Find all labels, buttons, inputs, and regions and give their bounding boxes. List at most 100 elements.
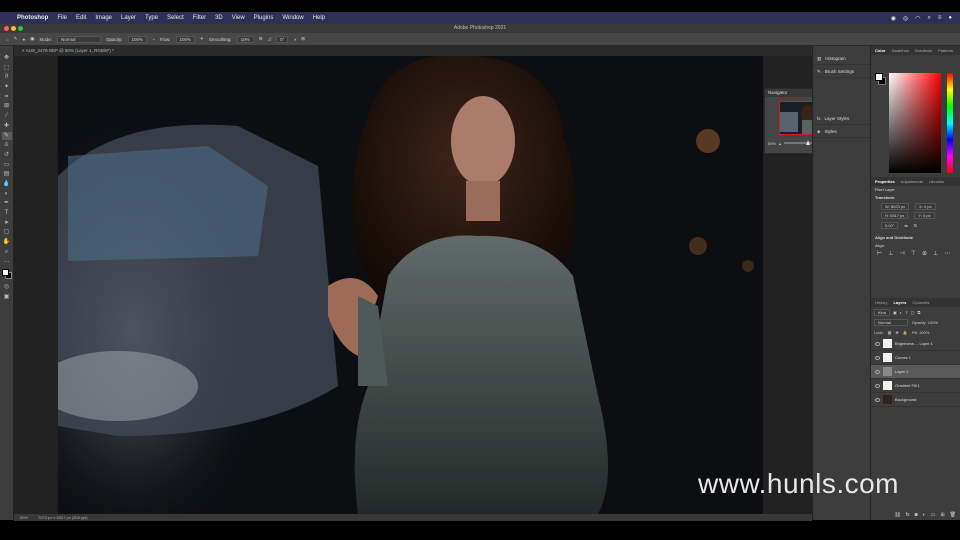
brush-tool-icon[interactable]: ✎ bbox=[1, 131, 12, 140]
filter-adjustment-icon[interactable]: ◐ bbox=[900, 310, 902, 315]
color-picker-field[interactable] bbox=[889, 73, 941, 173]
y-field[interactable]: Y: 0 px bbox=[914, 211, 935, 219]
menu-file[interactable]: File bbox=[57, 15, 67, 21]
align-bottom-icon[interactable]: ⊥ bbox=[933, 250, 938, 257]
home-icon[interactable]: ⌂ bbox=[6, 37, 9, 42]
align-center-icon[interactable]: ⊥ bbox=[888, 250, 893, 257]
eraser-tool-icon[interactable]: ▭ bbox=[2, 161, 12, 169]
filter-type-icon[interactable]: T bbox=[905, 310, 907, 315]
new-group-icon[interactable]: ▭ bbox=[931, 512, 936, 518]
menu-layer[interactable]: Layer bbox=[121, 15, 136, 21]
move-tool-icon[interactable]: ✥ bbox=[2, 54, 12, 62]
layer-row-gradient-fill[interactable]: Gradient Fill 1 bbox=[871, 379, 960, 393]
filter-pixel-icon[interactable]: ▣ bbox=[893, 310, 897, 315]
visibility-eye-icon[interactable] bbox=[875, 341, 880, 346]
x-field[interactable]: X: 0 px bbox=[915, 202, 936, 210]
styles-panel-button[interactable]: ◈ Styles bbox=[813, 125, 870, 138]
lasso-tool-icon[interactable]: ϑ bbox=[2, 73, 12, 81]
width-field[interactable]: W: 8023 px bbox=[881, 202, 910, 210]
airbrush-icon[interactable]: ✈ bbox=[200, 36, 204, 42]
align-section-title[interactable]: Align and Distribute bbox=[871, 234, 960, 242]
menu-help[interactable]: Help bbox=[313, 15, 325, 21]
status-zoom[interactable]: 50% bbox=[20, 514, 28, 521]
smoothing-settings-icon[interactable]: ⚙ bbox=[259, 36, 263, 42]
eyedropper-tool-icon[interactable]: ⁄ bbox=[2, 112, 12, 120]
quick-mask-icon[interactable]: ◎ bbox=[2, 283, 12, 291]
tab-color[interactable]: Color bbox=[875, 46, 885, 55]
filter-smart-icon[interactable]: ⧉ bbox=[917, 310, 920, 315]
document-canvas-photo[interactable] bbox=[58, 56, 763, 514]
mode-select[interactable]: Normal bbox=[57, 35, 101, 43]
path-select-tool-icon[interactable]: ➤ bbox=[2, 219, 12, 227]
lock-position-icon[interactable]: ✥ bbox=[895, 330, 898, 335]
tab-history[interactable]: History bbox=[875, 298, 887, 307]
zoom-slider-handle[interactable] bbox=[806, 140, 811, 145]
menu-plugins[interactable]: Plugins bbox=[254, 15, 274, 21]
clone-stamp-tool-icon[interactable]: ♙ bbox=[2, 141, 12, 149]
layer-row-layer1[interactable]: Layer 1 bbox=[871, 365, 960, 379]
fill-value[interactable]: Fill: 100% bbox=[912, 330, 930, 335]
align-top-icon[interactable]: ⊤ bbox=[911, 250, 916, 257]
tab-libraries[interactable]: Libraries bbox=[929, 177, 944, 186]
menu-edit[interactable]: Edit bbox=[76, 15, 86, 21]
control-center-icon[interactable]: ≡ bbox=[938, 15, 942, 21]
menu-app-photoshop[interactable]: Photoshop bbox=[17, 15, 48, 21]
search-icon[interactable]: ⌕ bbox=[927, 15, 930, 22]
add-style-icon[interactable]: fx bbox=[906, 512, 910, 518]
angle-field-properties[interactable]: 0.00° bbox=[881, 221, 899, 229]
type-tool-icon[interactable]: T bbox=[2, 209, 12, 217]
quick-select-tool-icon[interactable]: ✦ bbox=[2, 83, 12, 91]
symmetry-icon[interactable]: ⊞ bbox=[301, 36, 305, 42]
status-doc-info[interactable]: 7973 px x 5317 px (300 ppi) bbox=[38, 514, 88, 521]
smoothing-field[interactable]: 10% bbox=[236, 35, 254, 43]
screen-mode-icon[interactable]: ▣ bbox=[2, 293, 12, 301]
menu-filter[interactable]: Filter bbox=[193, 15, 206, 21]
angle-field[interactable]: 0° bbox=[276, 35, 289, 43]
siri-icon[interactable]: ● bbox=[948, 15, 952, 21]
hand-tool-icon[interactable]: ✋ bbox=[2, 238, 12, 246]
tab-channels[interactable]: Channels bbox=[912, 298, 929, 307]
opacity-value[interactable]: Opacity: 100% bbox=[912, 320, 938, 325]
tab-patterns[interactable]: Patterns bbox=[938, 46, 953, 55]
visibility-eye-icon[interactable] bbox=[875, 369, 880, 374]
layer-styles-panel-button[interactable]: fx Layer Styles bbox=[813, 112, 870, 125]
dodge-tool-icon[interactable]: ◐ bbox=[2, 190, 12, 198]
crop-tool-icon[interactable]: ⌗ bbox=[2, 93, 12, 101]
lock-all-icon[interactable]: 🔒 bbox=[903, 330, 908, 335]
filter-shape-icon[interactable]: ▢ bbox=[911, 310, 915, 315]
tab-swatches[interactable]: Swatches bbox=[891, 46, 908, 55]
gradient-tool-icon[interactable]: ▤ bbox=[2, 170, 12, 178]
marquee-tool-icon[interactable]: ⬚ bbox=[2, 64, 12, 72]
delete-layer-icon[interactable]: 🗑 bbox=[950, 512, 956, 518]
history-brush-tool-icon[interactable]: ↺ bbox=[2, 151, 12, 159]
healing-tool-icon[interactable]: ✚ bbox=[2, 122, 12, 130]
transform-section-title[interactable]: Transform bbox=[871, 194, 960, 202]
histogram-panel-button[interactable]: ▥ Histogram bbox=[813, 52, 870, 65]
hue-slider[interactable] bbox=[947, 73, 953, 173]
document-tab[interactable]: × ALW_2478.NEF @ 50% (Layer 1, RGB/8*) * bbox=[14, 46, 814, 56]
tab-layers[interactable]: Layers bbox=[893, 298, 906, 307]
close-window-icon[interactable] bbox=[4, 26, 9, 31]
pressure-size-icon[interactable]: ◑ bbox=[293, 37, 296, 42]
blur-tool-icon[interactable]: 💧 bbox=[2, 180, 12, 188]
pen-tool-icon[interactable]: ✒ bbox=[2, 199, 12, 207]
blend-mode-select[interactable]: Normal bbox=[874, 318, 908, 326]
align-left-icon[interactable]: ⊢ bbox=[877, 250, 882, 257]
minimize-window-icon[interactable] bbox=[11, 26, 16, 31]
tab-gradients[interactable]: Gradients bbox=[915, 46, 932, 55]
brush-size-icon[interactable]: ● bbox=[23, 37, 26, 42]
menu-3d[interactable]: 3D bbox=[215, 15, 223, 21]
brush-tool-preset-icon[interactable]: ✎ bbox=[14, 36, 18, 42]
menu-type[interactable]: Type bbox=[145, 15, 158, 21]
visibility-eye-icon[interactable] bbox=[875, 355, 880, 360]
lock-pixels-icon[interactable]: ▦ bbox=[888, 330, 892, 335]
navigator-zoom-value[interactable]: 50% bbox=[768, 141, 776, 146]
menu-view[interactable]: View bbox=[232, 15, 245, 21]
tab-adjustments[interactable]: Adjustments bbox=[901, 177, 923, 186]
brush-settings-panel-button[interactable]: ✎ Brush Settings bbox=[813, 65, 870, 78]
flow-field[interactable]: 100% bbox=[175, 35, 196, 43]
more-options-icon[interactable]: ⋯ bbox=[944, 250, 950, 257]
opacity-field[interactable]: 100% bbox=[127, 35, 148, 43]
record-icon[interactable]: ◉ bbox=[891, 15, 896, 22]
tab-properties[interactable]: Properties bbox=[875, 177, 895, 186]
